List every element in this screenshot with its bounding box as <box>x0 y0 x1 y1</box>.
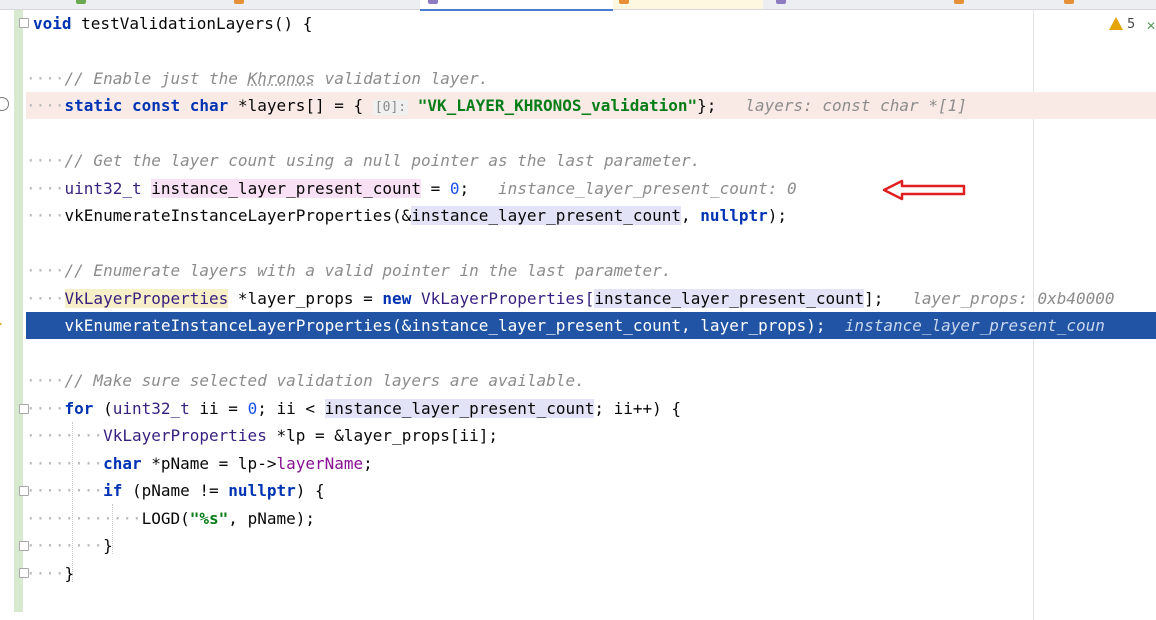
closing-brace: } <box>64 564 75 583</box>
editor-tab[interactable] <box>1060 0 1090 9</box>
variable-highlight: instance_layer_present_count <box>324 399 595 418</box>
code-line-3[interactable]: ····// Enable just the Khronos validatio… <box>26 65 1156 92</box>
comment: validation layer. <box>315 69 489 88</box>
number-literal: 0 <box>449 179 460 198</box>
code-line-8[interactable]: ····vkEnumerateInstanceLayerProperties(&… <box>26 202 1156 229</box>
file-icon <box>954 0 964 4</box>
parameter-hint: [0]: <box>372 100 409 115</box>
closing-brace: } <box>103 536 113 555</box>
code-text: *layers[] = { <box>228 96 373 115</box>
code-line-10[interactable]: ····// Enumerate layers with a valid poi… <box>26 257 1156 284</box>
debug-inline-value: layers: const char *[1] <box>745 96 967 115</box>
code-text: *lp = &layer_props[ii]; <box>266 426 499 445</box>
fold-icon[interactable] <box>19 18 29 28</box>
comment-typo: Khronos <box>247 69 315 88</box>
editor-tab[interactable] <box>70 0 100 9</box>
code-text: }; <box>697 96 717 115</box>
string-literal: "%s" <box>189 509 229 528</box>
code-text: ]; <box>864 289 884 308</box>
code-text: ( <box>93 399 113 418</box>
code-text: *pName = lp-> <box>141 454 277 473</box>
type-name: uint32_t <box>64 179 142 198</box>
code-line-4-breakpoint[interactable]: ····static const char *layers[] = { [0]:… <box>26 92 1156 119</box>
vcs-change-marker[interactable] <box>14 10 23 612</box>
code-text: ; ii < <box>257 399 325 418</box>
type-name: VkLayerProperties[ <box>411 289 595 308</box>
comment: // Enumerate layers with a valid pointer… <box>64 261 672 280</box>
ide-editor-window: 5 ✕ void testValidationLayers() { ····//… <box>0 0 1156 620</box>
file-icon <box>619 0 629 4</box>
code-line-19[interactable]: ············LOGD("%s", pName); <box>26 505 1156 532</box>
keyword: if <box>103 481 123 500</box>
debug-inline-value: instance_layer_present_count: 0 <box>498 179 797 198</box>
code-text: = <box>420 179 450 198</box>
debug-inline-value: instance_layer_present_coun <box>844 316 1105 335</box>
function-call: LOGD( <box>141 509 190 528</box>
keyword: nullptr <box>228 481 296 500</box>
keyword: char <box>103 454 142 473</box>
code-line-12-execution[interactable]: ····vkEnumerateInstanceLayerProperties(&… <box>26 312 1156 339</box>
file-icon <box>76 0 86 4</box>
editor-tab[interactable] <box>950 0 980 9</box>
variable-highlight: instance_layer_present_count <box>411 206 682 225</box>
code-text: ; <box>363 454 373 473</box>
variable-highlight: instance_layer_present_count <box>594 289 865 308</box>
code-text: (pName != <box>122 481 229 500</box>
editor-tab[interactable] <box>230 0 260 9</box>
code-text: ii = <box>189 399 248 418</box>
red-arrow-annotation <box>882 179 966 201</box>
comment: // Make sure selected validation layers … <box>64 371 585 390</box>
editor-tab[interactable] <box>613 0 763 9</box>
code-line-17[interactable]: ········char *pName = lp->layerName; <box>26 450 1156 477</box>
keyword: new <box>382 289 412 308</box>
file-icon <box>234 0 244 4</box>
function-call: vkEnumerateInstanceLayerProperties(& <box>64 206 412 225</box>
number-literal: 0 <box>247 399 258 418</box>
code-text: ); <box>767 206 787 225</box>
code-line-15[interactable]: ····for (uint32_t ii = 0; ii < instance_… <box>26 395 1156 422</box>
type-name: VkLayerProperties <box>64 289 229 308</box>
type-name: VkLayerProperties <box>103 426 267 445</box>
code-line-14[interactable]: ····// Make sure selected validation lay… <box>26 367 1156 394</box>
file-icon <box>428 0 438 4</box>
code-line-18[interactable]: ········if (pName != nullptr) { <box>26 477 1156 504</box>
comment: // Get the layer count using a null poin… <box>64 151 701 170</box>
code-line-21[interactable]: ····} <box>26 560 1156 587</box>
editor-tab[interactable] <box>770 0 800 9</box>
code-text: ; <box>459 179 470 198</box>
function-signature: testValidationLayers() { <box>71 14 313 33</box>
code-text: ; ii++) { <box>594 399 682 418</box>
field-name: layerName <box>276 454 364 473</box>
code-line-16[interactable]: ········VkLayerProperties *lp = &layer_p… <box>26 422 1156 449</box>
comment: // Enable just the <box>64 69 248 88</box>
debug-inline-value: layer_props: 0xb40000 <box>912 289 1115 308</box>
code-text: , pName); <box>228 509 315 528</box>
editor-tab-strip <box>0 0 1156 11</box>
code-text: *layer_props = <box>228 289 383 308</box>
type-name: uint32_t <box>112 399 190 418</box>
execution-point-icon[interactable] <box>0 320 2 328</box>
code-text: , <box>681 206 701 225</box>
keyword: for <box>64 399 94 418</box>
variable-highlight: instance_layer_present_count <box>151 179 421 198</box>
keyword: nullptr <box>700 206 768 225</box>
file-icon <box>776 0 786 4</box>
keyword: static <box>64 96 123 115</box>
keyword: char <box>189 96 229 115</box>
keyword: void <box>33 14 72 33</box>
code-text: ) { <box>295 481 325 500</box>
string-literal: "VK_LAYER_KHRONOS_validation" <box>417 96 698 115</box>
code-line-1[interactable]: void testValidationLayers() { <box>33 10 1156 37</box>
code-line-7[interactable]: ····uint32_t instance_layer_present_coun… <box>26 175 1156 202</box>
code-line-6[interactable]: ····// Get the layer count using a null … <box>26 147 1156 174</box>
code-line-11[interactable]: ····VkLayerProperties *layer_props = new… <box>26 285 1156 312</box>
file-icon <box>1064 0 1074 4</box>
current-statement: vkEnumerateInstanceLayerProperties(&inst… <box>64 316 826 335</box>
code-line-20[interactable]: ········} <box>26 532 1156 559</box>
keyword: const <box>131 96 181 115</box>
